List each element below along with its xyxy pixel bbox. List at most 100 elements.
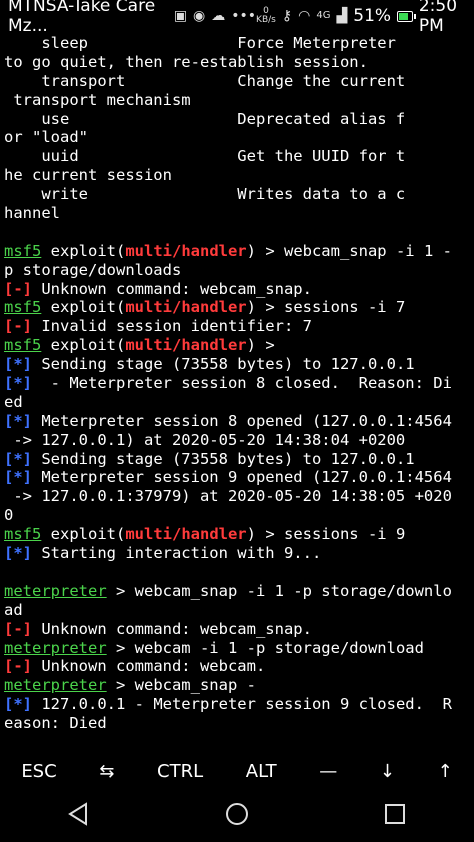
prompt-label: meterpreter: [4, 676, 107, 695]
status-right: 0 KB/s ⚷ ◠ 4G ▟ 51% 2:50 PM: [256, 0, 466, 36]
terminal-text: 0: [4, 506, 14, 525]
info-marker: [*]: [4, 468, 32, 487]
terminal-text: ) > webcam_snap -i 1 -: [246, 241, 452, 260]
terminal-line: -> 127.0.0.1:37979) at 2020-05-20 14:38:…: [4, 487, 472, 506]
terminal-line: [-] Invalid session identifier: 7: [4, 317, 472, 336]
prompt-label: msf5: [4, 298, 42, 317]
terminal-line: p storage/downloads: [4, 261, 472, 280]
terminal-line: msf5 exploit(multi/handler) > sessions -…: [4, 525, 472, 544]
navigation-bar: [0, 790, 474, 842]
key-esc[interactable]: ESC: [11, 757, 66, 786]
error-or-module-text: [-]: [4, 317, 32, 336]
wifi-icon: ◠: [298, 8, 311, 24]
terminal-line: transport mechanism: [4, 91, 472, 110]
terminal-text: - Meterpreter session 8 closed. Reason: …: [32, 374, 452, 393]
error-or-module-text: [-]: [4, 619, 32, 638]
terminal-text: ) >: [246, 336, 275, 355]
terminal-text: exploit(: [41, 525, 126, 544]
terminal-text: uuid Get the UUID for t: [4, 147, 406, 166]
battery-icon: [397, 10, 416, 22]
circle-home-icon: [226, 803, 248, 825]
terminal-text: ) > sessions -i 7: [246, 298, 406, 317]
terminal-line: -> 127.0.0.1) at 2020-05-20 14:38:04 +02…: [4, 431, 472, 450]
error-or-module-text: multi/handler: [125, 241, 247, 260]
terminal-text: 127.0.0.1 - Meterpreter session 9 closed…: [32, 695, 452, 714]
terminal-text: sleep Force Meterpreter: [4, 34, 396, 52]
key-arrow-down[interactable]: ↓: [370, 757, 405, 786]
terminal-line: uuid Get the UUID for t: [4, 147, 472, 166]
app-icon: ◉: [193, 8, 206, 24]
prompt-label: msf5: [4, 336, 42, 355]
info-marker: [*]: [4, 544, 32, 563]
clock: 2:50 PM: [418, 0, 458, 36]
gallery-icon: ▣: [173, 8, 188, 24]
home-button[interactable]: [224, 801, 250, 831]
key-ctrl[interactable]: CTRL: [147, 757, 213, 786]
terminal-line: [*] 127.0.0.1 - Meterpreter session 9 cl…: [4, 695, 472, 714]
terminal-text: ad: [4, 600, 23, 619]
info-marker: [*]: [4, 411, 32, 430]
terminal-line: [*] Meterpreter session 9 opened (127.0.…: [4, 468, 472, 487]
key-icon: ⚷: [281, 8, 293, 24]
terminal-line: transport Change the current: [4, 72, 472, 91]
terminal-output[interactable]: sleep Force Meterpreter to go quiet, then…: [4, 34, 472, 756]
cloud-icon: ☁: [211, 8, 226, 24]
recents-button[interactable]: [382, 801, 408, 831]
terminal-text: or "load": [4, 128, 88, 147]
network-type: 4G: [316, 10, 331, 21]
terminal-text: eason: Died: [4, 714, 107, 733]
key-tab[interactable]: ⇆: [89, 757, 124, 786]
terminal-line: he current session: [4, 166, 472, 185]
terminal-text: Unknown command: webcam_snap.: [32, 279, 312, 298]
terminal-line: hannel: [4, 204, 472, 223]
error-or-module-text: [-]: [4, 279, 32, 298]
terminal-text: he current session: [4, 166, 172, 185]
info-marker: [*]: [4, 355, 32, 374]
more-dots-icon: •••: [231, 8, 257, 24]
terminal-text: Invalid session identifier: 7: [32, 317, 312, 336]
prompt-label: meterpreter: [4, 581, 107, 600]
terminal-text: > webcam -i 1 -p storage/download: [106, 638, 424, 657]
signal-icon: ▟: [336, 8, 348, 24]
square-recents-icon: [385, 804, 405, 824]
terminal-line: or "load": [4, 128, 472, 147]
prompt-label: msf5: [4, 241, 42, 260]
terminal-text: Unknown command: webcam.: [32, 657, 266, 676]
key-dash[interactable]: —: [309, 757, 347, 786]
back-button[interactable]: [66, 801, 92, 831]
terminal-line: msf5 exploit(multi/handler) > webcam_sna…: [4, 242, 472, 261]
key-arrow-up[interactable]: ↑: [428, 757, 463, 786]
info-marker: [*]: [4, 449, 32, 468]
terminal-text: to go quiet, then re-establish session.: [4, 52, 368, 71]
terminal-line: write Writes data to a c: [4, 185, 472, 204]
terminal-text: > webcam_snap -i 1 -p storage/downlo: [106, 581, 452, 600]
terminal-text: exploit(: [41, 241, 126, 260]
terminal-line: msf5 exploit(multi/handler) > sessions -…: [4, 298, 472, 317]
info-marker: [*]: [4, 695, 32, 714]
terminal-line: ad: [4, 601, 472, 620]
terminal-text: hannel: [4, 204, 60, 223]
error-or-module-text: multi/handler: [125, 525, 247, 544]
terminal-line: [-] Unknown command: webcam_snap.: [4, 280, 472, 299]
terminal-text: use Deprecated alias f: [4, 109, 406, 128]
terminal-text: ed: [4, 392, 23, 411]
terminal-line: meterpreter > webcam -i 1 -p storage/dow…: [4, 639, 472, 658]
terminal-text: ) > sessions -i 9: [246, 525, 406, 544]
terminal-line: use Deprecated alias f: [4, 110, 472, 129]
terminal-text: transport mechanism: [4, 90, 191, 109]
battery-fill: [399, 12, 408, 20]
terminal-line: [*] Sending stage (73558 bytes) to 127.0…: [4, 450, 472, 469]
terminal-text: write Writes data to a c: [4, 185, 406, 204]
terminal-text: -> 127.0.0.1:37979) at 2020-05-20 14:38:…: [4, 487, 452, 506]
key-alt[interactable]: ALT: [236, 757, 287, 786]
terminal-line: [-] Unknown command: webcam.: [4, 657, 472, 676]
terminal-text: Starting interaction with 9...: [32, 544, 322, 563]
terminal-text: Unknown command: webcam_snap.: [32, 619, 312, 638]
extra-keys-bar: ESC ⇆ CTRL ALT — ↓ ↑: [0, 752, 474, 790]
terminal-line: meterpreter > webcam_snap -i 1 -p storag…: [4, 582, 472, 601]
terminal-text: exploit(: [41, 298, 126, 317]
terminal-line: ed: [4, 393, 472, 412]
error-or-module-text: multi/handler: [125, 336, 247, 355]
